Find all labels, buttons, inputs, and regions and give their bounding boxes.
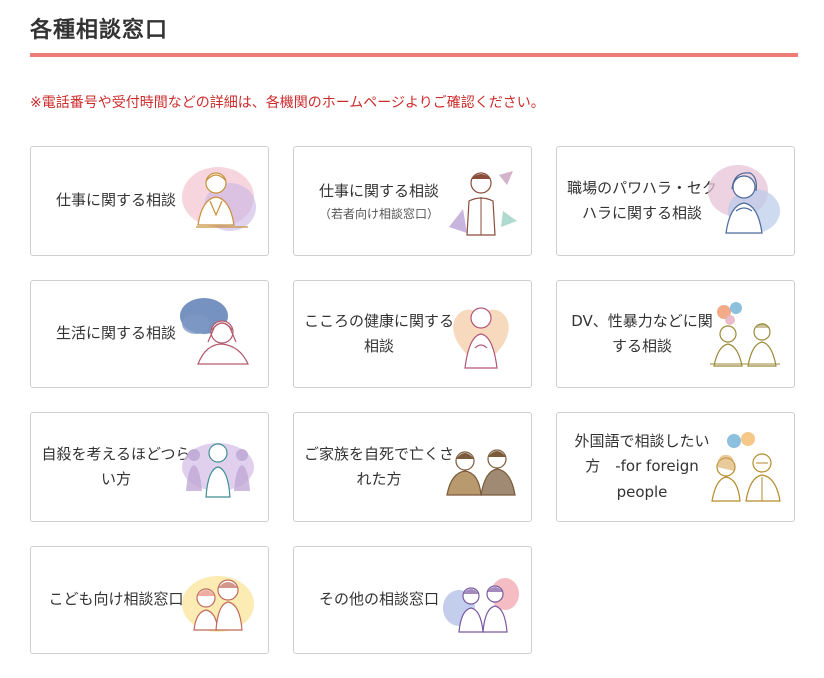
card-suicidal-thoughts[interactable]: 自殺を考えるほどつらい方 [30, 412, 269, 522]
card-foreign-language[interactable]: 外国語で相談したい方 -for foreign people [556, 412, 795, 522]
page-title: 各種相談窓口 [30, 18, 169, 43]
troubled-woman-illustration [708, 165, 780, 234]
head-in-hands-illustration [180, 298, 249, 365]
lonely-person-illustration [182, 443, 254, 498]
card-label: 職場のパワハラ・セクハラに関する相談 [567, 178, 717, 223]
foreign-conversation-illustration [711, 432, 781, 502]
notice-text: ※電話番号や受付時間などの詳細は、各機関のホームページよりご確認ください。 [30, 95, 545, 111]
card-bereaved-families[interactable]: ご家族を自死で亡くされた方 [293, 412, 532, 522]
worried-businessman-illustration [182, 167, 256, 231]
card-label: こども向け相談窓口 [48, 590, 184, 609]
card-label: 外国語で相談したい方 -for foreign people [574, 431, 710, 501]
card-label: 自殺を考えるほどつらい方 [41, 444, 191, 489]
card-youth-work-consultation[interactable]: 仕事に関する相談 （若者向け相談窓口） [293, 146, 532, 256]
card-label: ご家族を自死で亡くされた方 [304, 444, 455, 489]
card-label: 生活に関する相談 [55, 324, 176, 343]
card-label: 仕事に関する相談 （若者向け相談窓口） [318, 182, 439, 221]
card-dv-consultation[interactable]: DV、性暴力などに関する相談 [556, 280, 795, 388]
heart-person-illustration [453, 307, 509, 369]
card-other-consultation[interactable]: その他の相談窓口 [293, 546, 532, 654]
card-sublabel: （若者向け相談窓口） [318, 206, 439, 221]
card-label: こころの健康に関する相談 [304, 311, 455, 356]
card-work-consultation[interactable]: 仕事に関する相談 [30, 146, 269, 256]
two-people-talking-illustration [443, 578, 519, 633]
card-living-consultation[interactable]: 生活に関する相談 [30, 280, 269, 388]
children-illustration [182, 576, 254, 632]
counseling-pair-illustration [710, 302, 780, 367]
card-label: その他の相談窓口 [318, 590, 439, 609]
card-label: DV、性暴力などに関する相談 [571, 311, 713, 356]
card-children-consultation[interactable]: こども向け相談窓口 [30, 546, 269, 654]
card-label: 仕事に関する相談 [55, 191, 176, 210]
young-man-illustration [449, 171, 517, 236]
card-harassment-consultation[interactable]: 職場のパワハラ・セクハラに関する相談 [556, 146, 795, 256]
title-underline [30, 53, 798, 57]
card-mental-health-consultation[interactable]: こころの健康に関する相談 [293, 280, 532, 388]
grieving-couple-illustration [446, 449, 516, 496]
